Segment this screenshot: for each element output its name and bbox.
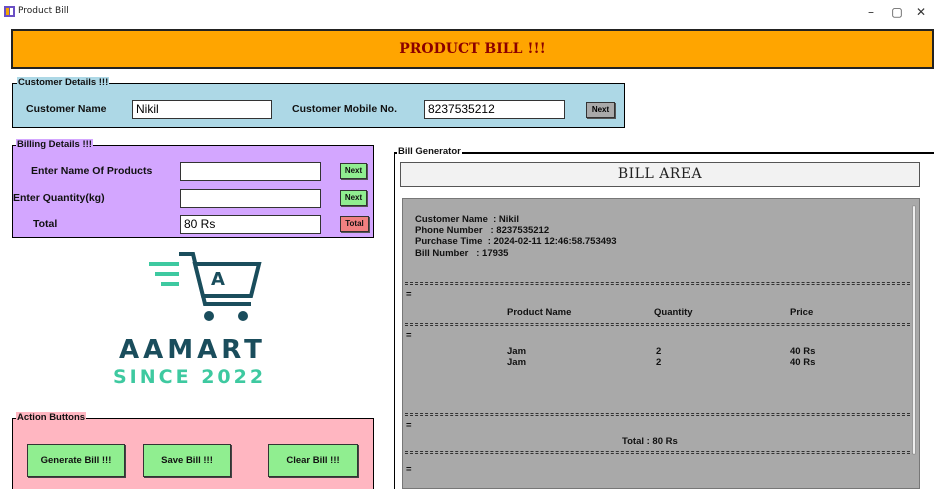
save-bill-button[interactable]: Save Bill !!! bbox=[143, 444, 231, 477]
action-buttons-legend: Action Buttons bbox=[16, 412, 87, 423]
logo-brand-name: AAMART bbox=[119, 335, 266, 365]
bill-area-title: BILL AREA bbox=[400, 162, 920, 187]
bill-item-qty: 2 bbox=[656, 346, 662, 357]
customer-details-legend: Customer Details !!! bbox=[17, 77, 110, 88]
bill-eq-mark: = bbox=[406, 330, 412, 341]
bill-item-qty: 2 bbox=[656, 357, 662, 368]
product-next-button[interactable]: Next bbox=[340, 163, 367, 179]
bill-item-price: 40 Rs bbox=[790, 357, 816, 368]
maximize-button[interactable]: ▢ bbox=[888, 4, 906, 20]
bill-time-line: Purchase Time : 2024-02-11 12:46:58.7534… bbox=[415, 236, 617, 247]
billing-details-frame: Billing Details !!! Enter Name Of Produc… bbox=[12, 139, 374, 238]
bill-col-product: Product Name bbox=[507, 307, 572, 318]
minimize-button[interactable]: – bbox=[862, 4, 880, 20]
title-bar: Product Bill – ▢ ✕ bbox=[0, 0, 934, 24]
bill-separator bbox=[405, 282, 915, 285]
bill-total-line: Total : 80 Rs bbox=[622, 436, 678, 447]
product-name-input[interactable] bbox=[180, 162, 321, 181]
bill-text-area[interactable]: Customer Name : Nikil Phone Number : 823… bbox=[402, 198, 920, 489]
bill-col-quantity: Quantity bbox=[654, 307, 693, 318]
bill-item-price: 40 Rs bbox=[790, 346, 816, 357]
bill-item-name: Jam bbox=[507, 346, 527, 357]
bill-eq-mark: = bbox=[406, 464, 412, 475]
app-icon bbox=[4, 6, 15, 17]
quantity-next-button[interactable]: Next bbox=[340, 190, 367, 206]
aamart-logo: A AAMART SINCE 2022 bbox=[108, 250, 308, 395]
total-input[interactable]: 80 Rs bbox=[180, 215, 321, 234]
bill-separator bbox=[405, 413, 915, 416]
customer-next-button[interactable]: Next bbox=[586, 102, 615, 118]
bill-number-line: Bill Number : 17935 bbox=[415, 248, 509, 259]
shopping-cart-icon bbox=[149, 252, 262, 321]
customer-name-label: Customer Name bbox=[26, 103, 107, 115]
bill-generator-legend: Bill Generator bbox=[397, 146, 462, 157]
customer-mobile-label: Customer Mobile No. bbox=[292, 103, 398, 115]
bill-generator-frame: Bill Generator BILL AREA Customer Name :… bbox=[394, 146, 934, 489]
logo-letter: A bbox=[211, 269, 225, 290]
page-title: PRODUCT BILL !!! bbox=[399, 41, 546, 57]
total-button[interactable]: Total bbox=[340, 216, 369, 232]
window-title: Product Bill bbox=[18, 6, 69, 16]
quantity-input[interactable] bbox=[180, 189, 321, 208]
customer-details-frame: Customer Details !!! Customer Name Nikil… bbox=[12, 77, 625, 128]
bill-phone-line: Phone Number : 8237535212 bbox=[415, 225, 550, 236]
total-label: Total bbox=[33, 218, 58, 230]
action-buttons-frame: Action Buttons Generate Bill !!! Save Bi… bbox=[12, 412, 374, 489]
bill-separator bbox=[405, 451, 915, 454]
clear-bill-button[interactable]: Clear Bill !!! bbox=[268, 444, 358, 477]
bill-customer-line: Customer Name : Nikil bbox=[415, 214, 519, 225]
customer-mobile-input[interactable]: 8237535212 bbox=[424, 100, 565, 119]
logo-since: SINCE 2022 bbox=[113, 366, 267, 388]
billing-details-legend: Billing Details !!! bbox=[16, 139, 93, 150]
bill-eq-mark: = bbox=[406, 289, 412, 300]
bill-scrollbar[interactable] bbox=[912, 205, 916, 455]
page-header: PRODUCT BILL !!! bbox=[11, 29, 934, 69]
bill-item-name: Jam bbox=[507, 357, 527, 368]
generate-bill-button[interactable]: Generate Bill !!! bbox=[27, 444, 125, 477]
bill-col-price: Price bbox=[790, 307, 814, 318]
quantity-label: Enter Quantity(kg) bbox=[13, 192, 105, 204]
app-window: Product Bill – ▢ ✕ PRODUCT BILL !!! Cust… bbox=[0, 0, 934, 489]
product-name-label: Enter Name Of Products bbox=[31, 165, 153, 177]
bill-eq-mark: = bbox=[406, 420, 412, 431]
bill-separator bbox=[405, 323, 915, 326]
close-button[interactable]: ✕ bbox=[912, 4, 930, 20]
customer-name-input[interactable]: Nikil bbox=[132, 100, 272, 119]
